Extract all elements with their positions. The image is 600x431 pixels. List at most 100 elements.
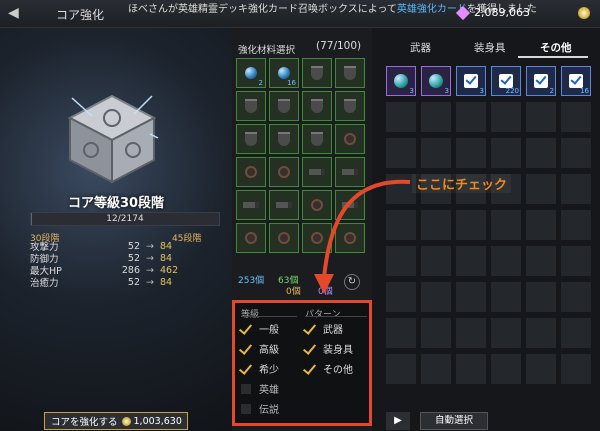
tab-other[interactable]: その他 xyxy=(540,40,572,55)
empty-slot[interactable] xyxy=(526,246,556,276)
empty-slot[interactable] xyxy=(561,174,591,204)
equipment-slot[interactable]: 3 xyxy=(456,66,486,96)
empty-slot[interactable] xyxy=(561,138,591,168)
equipment-slot[interactable]: 3 xyxy=(386,66,416,96)
empty-slot[interactable] xyxy=(456,318,486,348)
empty-slot[interactable] xyxy=(456,246,486,276)
filter-option[interactable]: 装身具 xyxy=(305,341,353,356)
filter-option[interactable]: 伝説 xyxy=(241,401,279,416)
material-slot[interactable] xyxy=(236,223,266,253)
shield-icon xyxy=(245,132,257,146)
back-icon[interactable]: ◀ xyxy=(8,5,26,23)
page-title: コア強化 xyxy=(56,8,105,22)
empty-slot[interactable] xyxy=(456,138,486,168)
tab-accessory[interactable]: 装身具 xyxy=(474,40,506,55)
empty-slot[interactable] xyxy=(421,354,451,384)
empty-slot[interactable] xyxy=(491,282,521,312)
material-slot[interactable] xyxy=(302,58,332,88)
checkbox[interactable] xyxy=(241,364,251,374)
equipment-slot[interactable]: 2 xyxy=(526,66,556,96)
material-slot[interactable] xyxy=(335,58,365,88)
empty-slot[interactable] xyxy=(526,282,556,312)
filter-option[interactable]: 一般 xyxy=(241,321,279,336)
material-slot[interactable] xyxy=(236,157,266,187)
empty-slot[interactable] xyxy=(386,138,416,168)
empty-slot[interactable] xyxy=(421,210,451,240)
checkbox[interactable] xyxy=(241,324,251,334)
material-slot[interactable] xyxy=(236,91,266,121)
material-slot[interactable] xyxy=(236,124,266,154)
empty-slot[interactable] xyxy=(421,282,451,312)
count-green-sub: 0個 xyxy=(286,287,301,297)
filter-option[interactable]: 英雄 xyxy=(241,381,279,396)
empty-slot[interactable] xyxy=(526,210,556,240)
empty-slot[interactable] xyxy=(526,354,556,384)
slot-quantity: 2 xyxy=(258,79,263,87)
empty-slot[interactable] xyxy=(526,318,556,348)
shield-icon xyxy=(278,132,290,146)
empty-slot[interactable] xyxy=(456,210,486,240)
tab-weapon[interactable]: 武器 xyxy=(410,40,431,55)
filter-option[interactable]: 高級 xyxy=(241,341,279,356)
empty-slot[interactable] xyxy=(421,138,451,168)
checkbox[interactable] xyxy=(241,383,251,394)
checkbox[interactable] xyxy=(241,403,251,414)
coin-icon xyxy=(578,7,590,19)
material-slot[interactable] xyxy=(302,91,332,121)
filter-option[interactable]: 武器 xyxy=(305,321,343,336)
material-slot[interactable] xyxy=(269,190,299,220)
empty-slot[interactable] xyxy=(421,102,451,132)
empty-slot[interactable] xyxy=(526,102,556,132)
empty-slot[interactable] xyxy=(491,138,521,168)
empty-slot[interactable] xyxy=(526,174,556,204)
empty-slot[interactable] xyxy=(456,354,486,384)
material-slot[interactable]: 2 xyxy=(236,58,266,88)
empty-slot[interactable] xyxy=(456,102,486,132)
checkbox[interactable] xyxy=(305,344,315,354)
empty-slot[interactable] xyxy=(526,138,556,168)
equipment-slot[interactable]: 16 xyxy=(561,66,591,96)
auto-select-button[interactable]: 自動選択 xyxy=(420,412,488,430)
material-slot[interactable] xyxy=(302,124,332,154)
gun-icon xyxy=(342,169,358,175)
empty-slot[interactable] xyxy=(561,354,591,384)
equipment-slot[interactable]: 220 xyxy=(491,66,521,96)
empty-slot[interactable] xyxy=(491,354,521,384)
empty-slot[interactable] xyxy=(561,102,591,132)
enhance-core-button[interactable]: コアを強化する 1,003,630 xyxy=(44,412,188,430)
material-slot[interactable] xyxy=(335,91,365,121)
stat-from: 52 xyxy=(127,252,140,264)
filter-option[interactable]: その他 xyxy=(305,361,353,376)
checkbox[interactable] xyxy=(305,324,315,334)
material-slot[interactable] xyxy=(269,124,299,154)
empty-slot[interactable] xyxy=(456,282,486,312)
material-slot[interactable] xyxy=(269,223,299,253)
checkbox[interactable] xyxy=(305,364,315,374)
material-slot[interactable]: 16 xyxy=(269,58,299,88)
material-slot[interactable] xyxy=(236,190,266,220)
empty-slot[interactable] xyxy=(421,246,451,276)
material-slot[interactable] xyxy=(269,91,299,121)
empty-slot[interactable] xyxy=(561,282,591,312)
empty-slot[interactable] xyxy=(561,210,591,240)
orb-icon xyxy=(245,67,257,79)
empty-slot[interactable] xyxy=(561,318,591,348)
checkbox[interactable] xyxy=(241,344,251,354)
equipment-slot[interactable]: 3 xyxy=(421,66,451,96)
empty-slot[interactable] xyxy=(491,318,521,348)
play-button[interactable]: ▶ xyxy=(386,412,410,430)
material-slot[interactable] xyxy=(335,124,365,154)
empty-slot[interactable] xyxy=(386,354,416,384)
empty-slot[interactable] xyxy=(561,246,591,276)
empty-slot[interactable] xyxy=(491,210,521,240)
empty-slot[interactable] xyxy=(386,318,416,348)
empty-slot[interactable] xyxy=(386,102,416,132)
filter-option[interactable]: 希少 xyxy=(241,361,279,376)
empty-slot[interactable] xyxy=(491,102,521,132)
stat-from: 52 xyxy=(127,240,140,252)
empty-slot[interactable] xyxy=(491,246,521,276)
material-slot[interactable] xyxy=(269,157,299,187)
divider xyxy=(305,316,367,317)
slot-quantity: 220 xyxy=(505,87,519,95)
empty-slot[interactable] xyxy=(421,318,451,348)
